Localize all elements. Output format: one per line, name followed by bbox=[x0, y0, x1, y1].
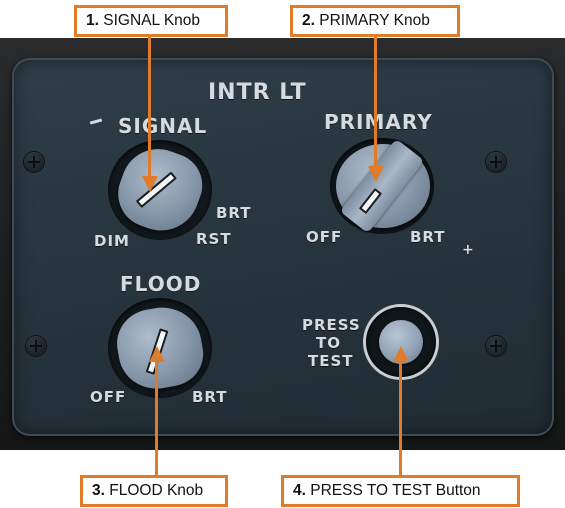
press-to-test-label-line3: TEST bbox=[308, 352, 354, 370]
flood-brt-label: BRT bbox=[192, 388, 228, 406]
callout-primary-knob: 2. PRIMARY Knob bbox=[290, 5, 460, 37]
callout-text: PRIMARY Knob bbox=[319, 12, 430, 29]
panel-plus-mark: + bbox=[462, 242, 475, 258]
panel-title: INTR LT bbox=[208, 80, 307, 105]
primary-off-label: OFF bbox=[306, 228, 343, 246]
callout-leader-line bbox=[399, 362, 402, 475]
signal-knob-label: SIGNAL bbox=[118, 114, 208, 138]
screw-icon bbox=[24, 152, 44, 172]
press-to-test-label-line2: TO bbox=[316, 334, 341, 352]
callout-press-to-test-button: 4. PRESS TO TEST Button bbox=[281, 475, 520, 507]
callout-text: PRESS TO TEST Button bbox=[310, 482, 481, 499]
primary-knob-label: PRIMARY bbox=[324, 110, 433, 134]
press-to-test-label-line1: PRESS bbox=[302, 316, 361, 334]
callout-arrow-icon bbox=[368, 166, 384, 182]
primary-knob-grip bbox=[339, 138, 425, 234]
callout-text: FLOOD Knob bbox=[109, 482, 204, 499]
callout-arrow-icon bbox=[149, 346, 165, 362]
callout-number: 1. bbox=[86, 12, 99, 29]
flood-knob-label: FLOOD bbox=[120, 272, 202, 296]
signal-rst-label: RST bbox=[196, 230, 232, 248]
callout-leader-line bbox=[155, 362, 158, 475]
callout-flood-knob: 3. FLOOD Knob bbox=[80, 475, 228, 507]
callout-leader-line bbox=[374, 37, 377, 167]
signal-brt-label: BRT bbox=[216, 204, 252, 222]
signal-dim-label: DIM bbox=[94, 232, 130, 250]
callout-leader-line bbox=[148, 37, 151, 177]
primary-knob[interactable] bbox=[336, 138, 430, 234]
callout-text: SIGNAL Knob bbox=[103, 12, 201, 29]
callout-number: 4. bbox=[293, 482, 306, 499]
callout-number: 3. bbox=[92, 482, 105, 499]
callout-arrow-icon bbox=[142, 176, 158, 192]
callout-signal-knob: 1. SIGNAL Knob bbox=[74, 5, 228, 37]
callout-number: 2. bbox=[302, 12, 315, 29]
primary-brt-label: BRT bbox=[410, 228, 446, 246]
screw-icon bbox=[26, 336, 46, 356]
intr-lt-control-panel: INTR LT SIGNAL DIM BRT RST PRIMARY OFF B… bbox=[12, 58, 554, 436]
screw-icon bbox=[486, 336, 506, 356]
flood-off-label: OFF bbox=[90, 388, 127, 406]
panel-dash-mark bbox=[89, 118, 103, 125]
screw-icon bbox=[486, 152, 506, 172]
callout-arrow-icon bbox=[393, 346, 409, 362]
